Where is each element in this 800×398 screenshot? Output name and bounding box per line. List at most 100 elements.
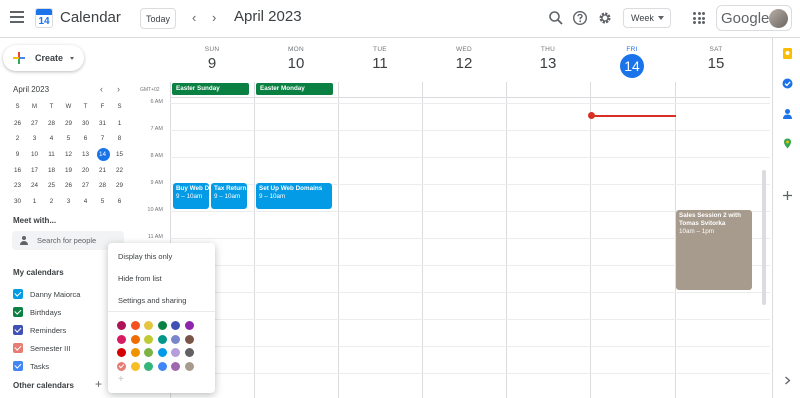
mini-calendar-day[interactable]: 2 [9,131,26,147]
settings-gear-icon[interactable] [597,10,613,26]
color-swatch[interactable] [157,348,167,357]
add-addon-icon[interactable] [782,190,793,201]
mini-calendar-day[interactable]: 6 [77,131,94,147]
day-date[interactable]: 10 [254,55,338,72]
color-swatch[interactable] [171,348,180,357]
mini-calendar-day[interactable]: 15 [111,147,128,163]
next-period-button[interactable]: › [212,10,216,25]
day-header-sun[interactable]: SUN 9 [170,38,254,72]
day-header-tue[interactable]: TUE 11 [338,38,422,72]
help-icon[interactable] [572,10,588,26]
color-swatch[interactable] [184,348,194,357]
mini-calendar-day[interactable]: 1 [26,194,43,210]
color-swatch[interactable] [157,361,167,371]
calendar-checkbox[interactable] [13,343,23,353]
color-swatch[interactable] [171,361,180,371]
menu-item[interactable]: Settings and sharing [108,290,215,311]
mini-calendar-day[interactable]: 12 [60,147,77,163]
day-date[interactable]: 14 [620,54,644,78]
calendar-item[interactable]: Reminders [13,324,66,336]
calendar-checkbox[interactable] [13,361,23,371]
mini-calendar-day[interactable]: 21 [94,163,111,179]
mini-calendar-day[interactable]: 1 [111,116,128,132]
mini-calendar-day[interactable]: 17 [26,163,43,179]
user-avatar[interactable] [769,9,788,28]
day-header-wed[interactable]: WED 12 [422,38,506,72]
calendar-item[interactable]: Semester III [13,342,70,354]
color-swatch[interactable] [157,321,167,330]
mini-calendar-next-button[interactable]: › [117,84,120,94]
color-swatch[interactable] [157,334,167,344]
day-date[interactable]: 12 [422,55,506,72]
color-swatch[interactable] [144,321,153,330]
calendar-checkbox[interactable] [13,307,23,317]
color-swatch[interactable] [130,361,140,371]
day-date[interactable]: 9 [170,55,254,72]
mini-calendar-day[interactable]: 7 [94,131,111,147]
color-swatch[interactable] [117,321,126,330]
calendar-item[interactable]: Tasks [13,360,49,372]
color-swatch[interactable] [130,334,140,344]
calendar-item[interactable]: Birthdays [13,306,61,318]
mini-calendar-day[interactable]: 2 [43,194,60,210]
mini-calendar-day[interactable]: 31 [94,116,111,132]
main-menu-icon[interactable] [10,11,24,25]
create-event-button[interactable]: Create [3,45,84,71]
color-swatch[interactable] [184,321,194,330]
day-header-sat[interactable]: SAT 15 [674,38,758,72]
mini-calendar-day[interactable]: 28 [43,116,60,132]
mini-calendar-day[interactable]: 28 [94,178,111,194]
menu-item[interactable]: Display this only [108,246,215,267]
add-custom-color-button[interactable]: + [118,374,124,385]
mini-calendar-day[interactable]: 5 [60,131,77,147]
mini-calendar-day[interactable]: 26 [60,178,77,194]
menu-item[interactable]: Hide from list [108,268,215,289]
mini-calendar-day[interactable]: 25 [43,178,60,194]
grid-scrollbar[interactable] [762,170,766,305]
color-swatch[interactable] [130,348,140,357]
mini-calendar-day[interactable]: 29 [111,178,128,194]
view-selector-dropdown[interactable]: Week [623,8,671,28]
color-swatch[interactable] [144,361,153,371]
color-swatch[interactable] [117,334,126,344]
mini-calendar-day[interactable]: 4 [43,131,60,147]
event-tax-return[interactable]: Tax Return 9 – 10am [211,183,247,209]
color-swatch[interactable] [184,361,194,371]
mini-calendar-day[interactable]: 29 [60,116,77,132]
account-switcher[interactable]: Google [716,5,792,31]
tasks-icon[interactable] [782,78,793,89]
chevron-right-icon[interactable] [782,375,793,386]
allday-event[interactable]: Easter Sunday [172,83,249,95]
mini-calendar-day[interactable]: 19 [60,163,77,179]
mini-calendar-day[interactable]: 27 [26,116,43,132]
mini-calendar-day[interactable]: 23 [9,178,26,194]
day-header-mon[interactable]: MON 10 [254,38,338,72]
color-swatch[interactable] [117,361,126,371]
day-date[interactable]: 11 [338,55,422,72]
event-sales-session[interactable]: Sales Session 2 with Tomas Svitorka 10am… [676,210,752,290]
day-date[interactable]: 15 [674,55,758,72]
mini-calendar-day[interactable]: 30 [77,116,94,132]
calendar-checkbox[interactable] [13,325,23,335]
mini-calendar-day[interactable]: 16 [9,163,26,179]
day-header-fri[interactable]: FRI 14 [590,38,674,78]
mini-calendar-day[interactable]: 3 [26,131,43,147]
allday-event[interactable]: Easter Monday [256,83,333,95]
google-apps-icon[interactable] [693,12,705,24]
color-swatch[interactable] [130,321,140,330]
color-swatch[interactable] [117,348,126,357]
mini-calendar-day[interactable]: 9 [9,147,26,163]
mini-calendar-day[interactable]: 26 [9,116,26,132]
maps-icon[interactable] [782,138,793,149]
mini-calendar-day[interactable]: 3 [60,194,77,210]
color-swatch[interactable] [171,334,180,344]
event-buy-web-domains[interactable]: Buy Web Do 9 – 10am [173,183,209,209]
mini-calendar-day[interactable]: 5 [94,194,111,210]
mini-calendar-day[interactable]: 11 [43,147,60,163]
mini-calendar-day[interactable]: 30 [9,194,26,210]
mini-calendar-day[interactable]: 18 [43,163,60,179]
calendar-checkbox[interactable] [13,289,23,299]
day-header-thu[interactable]: THU 13 [506,38,590,72]
mini-calendar-day[interactable]: 27 [77,178,94,194]
mini-calendar-day[interactable]: 10 [26,147,43,163]
